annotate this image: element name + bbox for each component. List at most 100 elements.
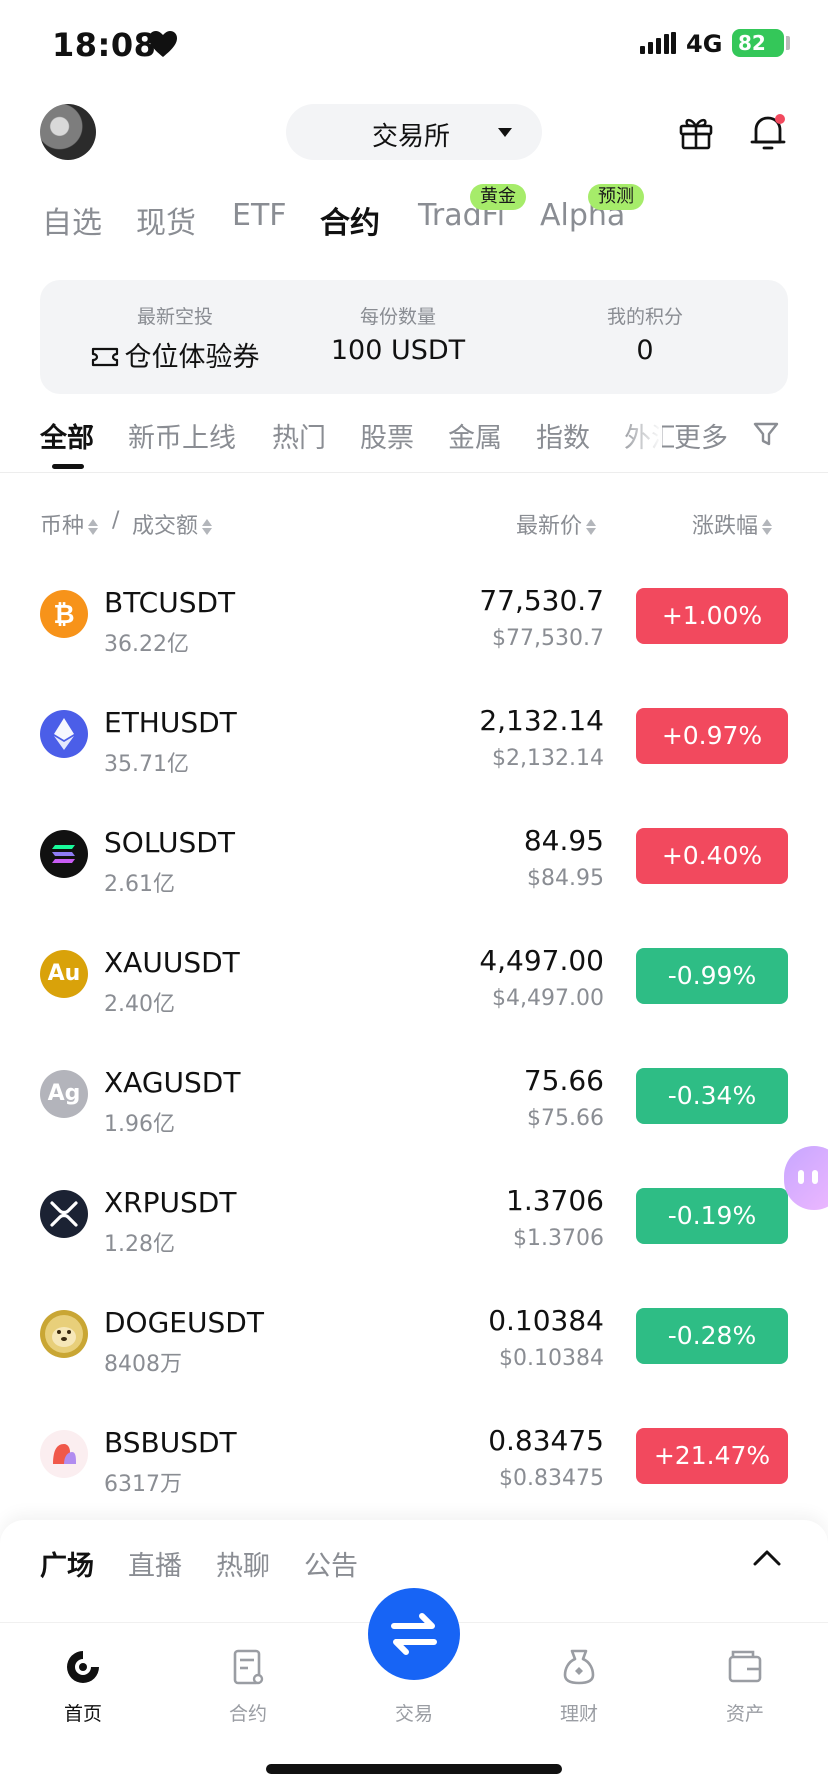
assistant-eye (798, 1170, 804, 1184)
table-row[interactable]: Ag XAGUSDT 1.96亿 75.66 $75.66 -0.34% (0, 1052, 828, 1172)
row-volume: 2.61亿 (104, 872, 175, 897)
doge-icon (40, 1310, 88, 1358)
change-badge[interactable]: -0.19% (636, 1188, 788, 1244)
category-tab-hot[interactable]: 热门 (272, 416, 326, 455)
sort-icon (202, 517, 213, 537)
filter-icon[interactable] (752, 420, 780, 448)
sort-coin[interactable]: 币种 (40, 508, 99, 540)
sort-icon (762, 517, 773, 537)
category-tab-metals[interactable]: 金属 (448, 416, 502, 455)
bitcoin-icon: ₿ (40, 590, 88, 638)
avatar[interactable] (40, 104, 96, 160)
sheet-tab-live[interactable]: 直播 (128, 1544, 182, 1583)
tab-futures[interactable]: 合约 (320, 198, 380, 242)
promo-quantity-label: 每份数量 (359, 306, 436, 328)
row-price: 0.10384 (488, 1304, 604, 1337)
sheet-tab-announcements[interactable]: 公告 (304, 1544, 358, 1583)
tab-fade-overlay (616, 412, 662, 452)
category-tab-index[interactable]: 指数 (536, 416, 590, 455)
table-row[interactable]: XRPUSDT 1.28亿 1.3706 $1.3706 -0.19% (0, 1172, 828, 1292)
exchange-selector[interactable]: 交易所 (286, 104, 542, 160)
promo-airdrop-label: 最新空投 (136, 306, 213, 328)
table-row[interactable]: ₿ BTCUSDT 36.22亿 77,530.7 $77,530.7 +1.0… (0, 572, 828, 692)
category-tab-new[interactable]: 新币上线 (128, 416, 236, 455)
tab-etf[interactable]: ETF (232, 198, 287, 233)
change-badge[interactable]: +0.40% (636, 828, 788, 884)
gift-icon[interactable] (678, 114, 714, 150)
sheet-tab-chat[interactable]: 热聊 (216, 1544, 270, 1583)
change-badge[interactable]: +0.97% (636, 708, 788, 764)
nav-assets[interactable]: 资产 (690, 1645, 800, 1726)
assistant-eye (812, 1170, 818, 1184)
sort-change[interactable]: 涨跌幅 (692, 508, 773, 540)
sort-price-label: 最新价 (516, 514, 583, 539)
change-badge[interactable]: +21.47% (636, 1428, 788, 1484)
sort-change-label: 涨跌幅 (692, 514, 759, 539)
change-badge[interactable]: -0.34% (636, 1068, 788, 1124)
table-row[interactable]: Au XAUUSDT 2.40亿 4,497.00 $4,497.00 -0.9… (0, 932, 828, 1052)
tab-alpha-badge: 预测 (588, 184, 644, 210)
table-row[interactable]: SOLUSDT 2.61亿 84.95 $84.95 +0.40% (0, 812, 828, 932)
sheet-tab-square[interactable]: 广场 (40, 1544, 94, 1583)
row-usd-price: $77,530.7 (492, 626, 604, 651)
change-badge[interactable]: +1.00% (636, 588, 788, 644)
category-tab-stocks[interactable]: 股票 (360, 416, 414, 455)
sort-volume[interactable]: 成交额 (132, 508, 213, 540)
table-row[interactable]: ETHUSDT 35.71亿 2,132.14 $2,132.14 +0.97% (0, 692, 828, 812)
nav-assets-label: 资产 (725, 1703, 764, 1725)
exchange-selector-label: 交易所 (372, 122, 451, 152)
promo-points-value: 0 (636, 335, 654, 366)
nav-home-label: 首页 (63, 1703, 102, 1725)
network-label: 4G (686, 30, 723, 58)
row-volume: 1.96亿 (104, 1112, 175, 1137)
trade-button[interactable] (368, 1588, 460, 1680)
nav-futures[interactable]: 合约 (193, 1645, 303, 1726)
category-tab-more[interactable]: 更多 (674, 416, 728, 455)
row-price: 1.3706 (506, 1184, 604, 1217)
battery-indicator: 82 (732, 29, 784, 57)
change-badge[interactable]: -0.99% (636, 948, 788, 1004)
header-slash: / (112, 508, 120, 533)
promo-airdrop[interactable]: 最新空投 仓位体验券 (70, 302, 280, 374)
sort-price[interactable]: 最新价 (516, 508, 597, 540)
ethereum-icon (40, 710, 88, 758)
row-volume: 1.28亿 (104, 1232, 175, 1257)
earn-icon (563, 1649, 595, 1685)
table-row[interactable]: BSBUSDT 6317万 0.83475 $0.83475 +21.47% (0, 1412, 828, 1532)
row-symbol: DOGEUSDT (104, 1306, 264, 1339)
chevron-up-icon[interactable] (752, 1548, 782, 1568)
category-tab-indicator (52, 464, 84, 469)
category-tab-all[interactable]: 全部 (40, 416, 94, 455)
row-symbol: BTCUSDT (104, 586, 236, 619)
change-badge[interactable]: -0.28% (636, 1308, 788, 1364)
divider (0, 472, 828, 473)
row-usd-price: $84.95 (527, 866, 604, 891)
row-symbol: BSBUSDT (104, 1426, 237, 1459)
wallet-icon (728, 1650, 762, 1683)
battery-cap (786, 36, 790, 50)
swap-arrows-icon (391, 1613, 437, 1655)
futures-icon (233, 1649, 264, 1685)
row-symbol: XAGUSDT (104, 1066, 241, 1099)
sort-coin-label: 币种 (40, 514, 85, 539)
promo-quantity: 每份数量 100 USDT (298, 302, 498, 366)
heart-icon (149, 31, 177, 57)
tab-favorites[interactable]: 自选 (42, 198, 102, 242)
row-usd-price: $75.66 (527, 1106, 604, 1131)
row-price: 0.83475 (488, 1424, 604, 1457)
promo-airdrop-text: 仓位体验券 (124, 342, 260, 373)
bell-icon[interactable] (750, 112, 786, 152)
signal-icon (640, 32, 676, 54)
tab-spot[interactable]: 现货 (136, 198, 196, 242)
row-usd-price: $0.10384 (499, 1346, 604, 1371)
bsb-icon (40, 1430, 88, 1478)
row-usd-price: $1.3706 (513, 1226, 604, 1251)
table-row[interactable]: DOGEUSDT 8408万 0.10384 $0.10384 -0.28% (0, 1292, 828, 1412)
tab-tradfi-badge: 黄金 (470, 184, 526, 210)
row-symbol: XRPUSDT (104, 1186, 237, 1219)
nav-home[interactable]: 首页 (28, 1645, 138, 1726)
promo-card[interactable]: 最新空投 仓位体验券 每份数量 100 USDT 我的积分 0 (40, 280, 788, 394)
sort-icon (586, 517, 597, 537)
nav-earn[interactable]: 理财 (524, 1645, 634, 1726)
promo-points[interactable]: 我的积分 0 (560, 302, 730, 366)
